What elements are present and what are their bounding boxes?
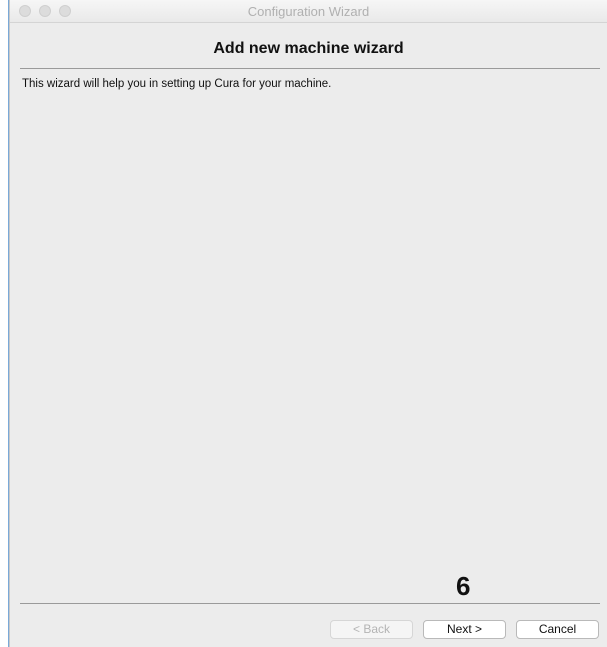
footer-divider (20, 603, 600, 604)
back-button[interactable]: < Back (330, 620, 413, 639)
header-divider (20, 68, 600, 69)
cancel-button[interactable]: Cancel (516, 620, 599, 639)
configuration-wizard-window: Configuration Wizard Add new machine wiz… (9, 0, 607, 647)
window-title: Configuration Wizard (247, 4, 370, 19)
title-bar[interactable]: Configuration Wizard (10, 0, 607, 23)
page-title: Add new machine wizard (213, 40, 404, 57)
next-button[interactable]: Next > (423, 620, 506, 639)
step-annotation-number: 6 (456, 571, 471, 601)
wizard-description: This wizard will help you in setting up … (22, 78, 332, 90)
